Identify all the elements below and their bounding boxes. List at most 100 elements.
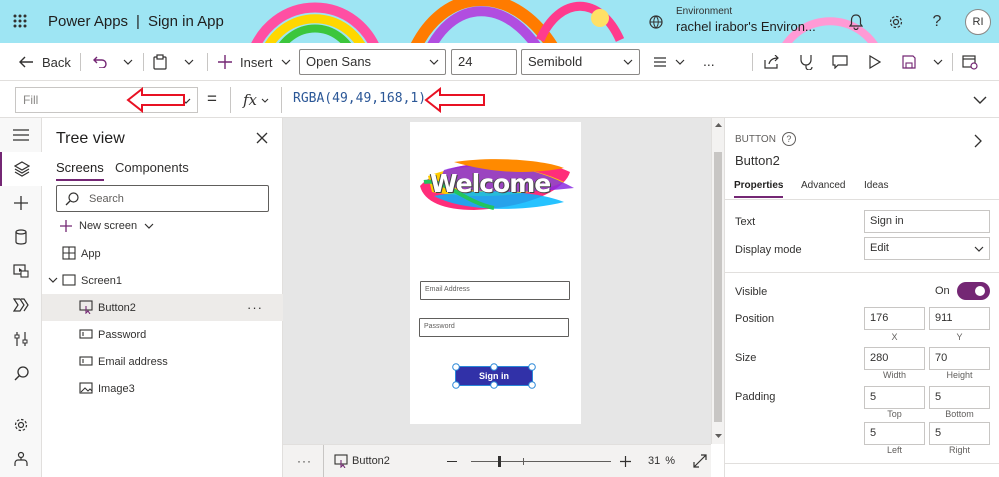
formula-input[interactable]: RGBA(49,49,168,1) [293, 91, 426, 106]
save-chevron-down-icon[interactable] [930, 52, 946, 72]
padding-left-input[interactable]: 5 [864, 422, 925, 445]
app-title-bar: Power Apps | Sign in App [48, 13, 224, 30]
avatar[interactable]: RI [965, 9, 991, 35]
status-more-icon[interactable]: ··· [297, 454, 312, 468]
email-address-input[interactable]: Email Address [420, 281, 570, 300]
welcome-image[interactable]: Welcome [414, 152, 576, 218]
selected-control-name[interactable]: Button2 [352, 455, 390, 467]
command-toolbar: Back Insert Open Sans 24 Semibold ... [0, 43, 999, 81]
hamburger-menu-icon[interactable] [0, 118, 42, 152]
display-mode-value: Edit [870, 242, 889, 254]
text-property-input[interactable]: Sign in [864, 210, 990, 233]
insert-button[interactable]: Insert [218, 43, 291, 81]
fx-icon: fx [242, 91, 257, 109]
tab-advanced[interactable]: Advanced [801, 180, 845, 191]
tab-screens[interactable]: Screens [56, 160, 104, 181]
font-weight-select[interactable]: Semibold [521, 49, 640, 75]
environment-name[interactable]: rachel irabor's Environ... [676, 19, 816, 34]
padding-top-input[interactable]: 5 [864, 386, 925, 409]
search-icon[interactable] [0, 356, 42, 390]
canvas-vertical-scrollbar[interactable] [711, 118, 724, 444]
fx-button[interactable]: fx [230, 87, 282, 113]
tree-search-input[interactable]: Search [56, 185, 269, 212]
app-launcher-icon[interactable] [10, 11, 30, 31]
font-size-value: 24 [458, 54, 473, 69]
chevron-right-icon[interactable] [974, 134, 982, 148]
publish-icon[interactable] [960, 52, 980, 72]
undo-icon[interactable] [90, 52, 110, 72]
password-input[interactable]: Password [419, 318, 569, 337]
play-icon[interactable] [865, 52, 885, 72]
advanced-tools-icon[interactable] [0, 322, 42, 356]
padding-right-input[interactable]: 5 [929, 422, 990, 445]
back-button[interactable]: Back [18, 43, 71, 81]
font-family-select[interactable]: Open Sans [299, 49, 446, 75]
tree-item-email-address[interactable]: Email address [42, 348, 283, 375]
tab-components[interactable]: Components [115, 160, 189, 175]
document-title[interactable]: Sign in App [148, 13, 224, 30]
zoom-value: 31 [648, 455, 661, 467]
gear-icon[interactable] [886, 12, 906, 32]
back-label: Back [42, 54, 71, 70]
undo-chevron-down-icon[interactable] [120, 52, 136, 72]
chevron-down-icon [48, 277, 58, 283]
comment-icon[interactable] [830, 52, 850, 72]
tree-item-label: Password [98, 328, 147, 341]
scroll-up-icon[interactable] [715, 122, 722, 127]
scrollbar-thumb[interactable] [714, 152, 722, 422]
zoom-out-icon[interactable] [447, 461, 457, 462]
tab-properties[interactable]: Properties [734, 180, 784, 198]
screen1-preview[interactable]: Welcome Email Address Password Sign in [410, 122, 581, 424]
app-checker-icon[interactable] [796, 52, 816, 72]
expand-formula-chevron-down-icon[interactable] [970, 90, 990, 110]
new-screen-button[interactable]: New screen [60, 218, 154, 234]
left-rail [0, 118, 42, 477]
arrow-left-icon [19, 56, 33, 68]
visible-toggle[interactable] [957, 282, 990, 300]
virtual-agent-icon[interactable] [0, 442, 42, 476]
tree-item-app[interactable]: App [42, 240, 283, 267]
plus-icon [218, 55, 232, 69]
help-icon[interactable]: ? [781, 132, 796, 146]
paste-chevron-down-icon[interactable] [181, 52, 197, 72]
zoom-slider-thumb[interactable] [498, 456, 501, 467]
bell-icon[interactable] [846, 12, 866, 32]
text-align-icon[interactable] [650, 52, 670, 72]
canvas-status-bar: ··· Button2 31 % [283, 444, 711, 477]
height-input[interactable]: 70 [929, 347, 990, 370]
help-icon[interactable]: ? [927, 12, 947, 32]
power-automate-icon[interactable] [0, 288, 42, 322]
scroll-down-icon[interactable] [715, 434, 722, 439]
selection-handles[interactable] [452, 363, 536, 389]
font-size-input[interactable]: 24 [451, 49, 517, 75]
width-input[interactable]: 280 [864, 347, 925, 370]
data-database-icon[interactable] [0, 220, 42, 254]
more-commands-button[interactable]: ... [703, 53, 715, 69]
save-icon[interactable] [899, 52, 919, 72]
display-mode-select[interactable]: Edit [864, 237, 990, 260]
fit-to-window-icon[interactable] [693, 454, 707, 468]
paste-icon[interactable] [150, 52, 170, 72]
tree-item-password[interactable]: Password [42, 321, 283, 348]
control-name[interactable]: Button2 [735, 153, 780, 168]
padding-bottom-input[interactable]: 5 [929, 386, 990, 409]
tree-item-button2[interactable]: Button2 ··· [42, 294, 283, 321]
tree-item-image3[interactable]: Image3 [42, 375, 283, 402]
tab-ideas[interactable]: Ideas [864, 180, 888, 191]
insert-plus-icon[interactable] [0, 186, 42, 220]
tree-item-screen1[interactable]: Screen1 [42, 267, 283, 294]
position-x-input[interactable]: 176 [864, 307, 925, 330]
zoom-slider[interactable] [471, 456, 611, 467]
media-icon[interactable] [0, 254, 42, 288]
tree-view-layers-icon[interactable] [0, 152, 42, 186]
position-y-input[interactable]: 911 [929, 307, 990, 330]
settings-gear-icon[interactable] [0, 408, 42, 442]
chevron-down-icon [144, 223, 154, 229]
zoom-tick [523, 458, 524, 465]
close-icon[interactable] [252, 128, 272, 148]
more-options-icon[interactable]: ··· [247, 300, 263, 315]
app-grid-icon [62, 246, 76, 260]
share-icon[interactable] [762, 52, 782, 72]
align-chevron-down-icon[interactable] [672, 52, 688, 72]
zoom-in-icon[interactable] [620, 456, 631, 467]
